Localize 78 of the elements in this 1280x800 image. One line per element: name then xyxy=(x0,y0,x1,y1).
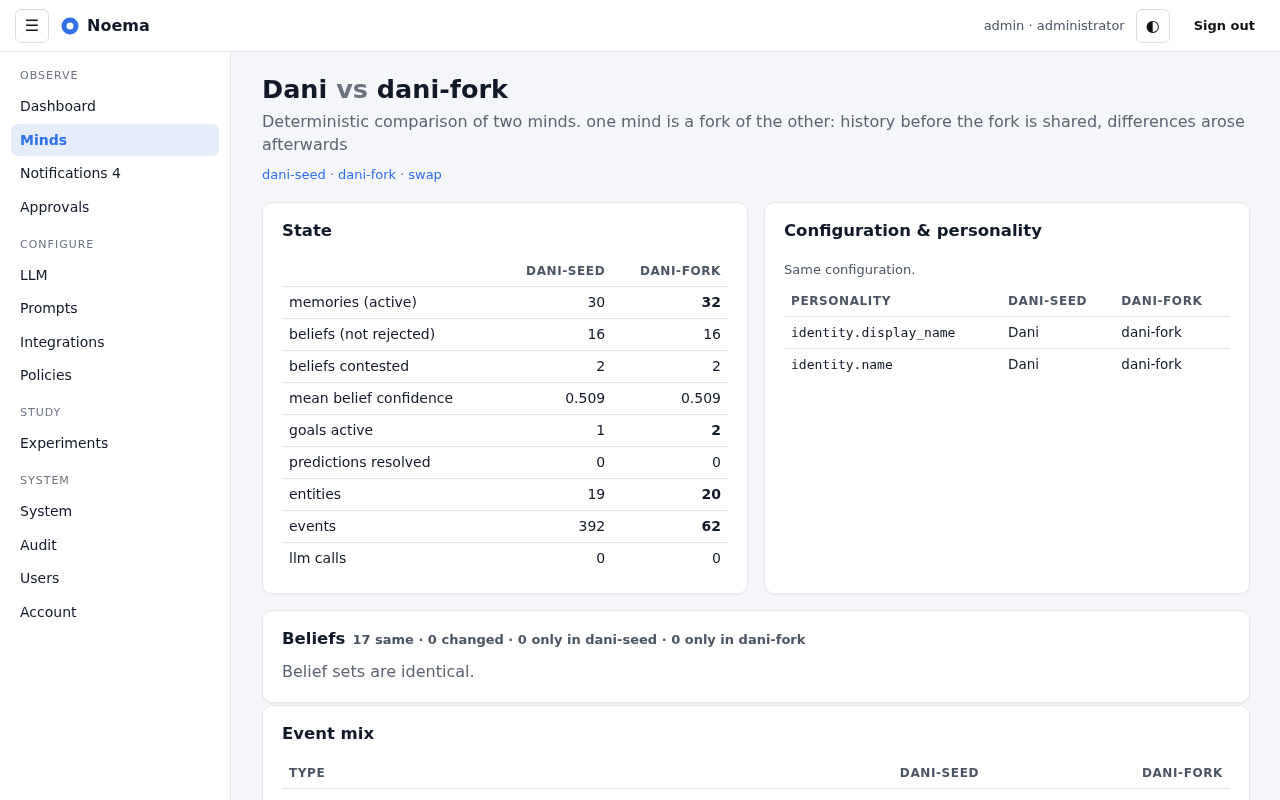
sign-out-button[interactable]: Sign out xyxy=(1183,10,1265,41)
table-cell: events xyxy=(282,510,499,543)
menu-button[interactable]: ☰ xyxy=(15,8,49,43)
table-cell: 0.509 xyxy=(612,382,728,415)
column-header: DANI-FORK xyxy=(1114,285,1230,317)
table-cell: dani-fork xyxy=(1114,316,1230,349)
column-header: DANI-SEED xyxy=(498,255,613,287)
table-cell: goals active xyxy=(282,414,499,447)
nav-item[interactable]: Minds xyxy=(11,123,219,156)
link[interactable]: swap xyxy=(408,167,442,182)
column-header: TYPE xyxy=(282,757,772,789)
section-heading: OBSERVE xyxy=(19,68,80,84)
nav-item[interactable]: LLM xyxy=(11,258,219,291)
table-cell: 62 xyxy=(612,510,728,543)
nav-item[interactable]: Account xyxy=(11,595,219,628)
table-cell: 392 xyxy=(498,510,613,543)
nav-item[interactable]: Prompts xyxy=(11,292,219,324)
card-title: Configuration & personality xyxy=(784,221,1042,240)
nav-item[interactable]: Experiments xyxy=(11,427,219,459)
section-heading: STUDY xyxy=(19,405,63,421)
table-cell: 1 xyxy=(498,414,613,447)
table-cell: identity.name xyxy=(784,348,1001,380)
table-cell: memories (active) xyxy=(282,286,499,319)
table-cell: 0 xyxy=(612,542,728,574)
nav-item[interactable]: Notifications 4 xyxy=(11,157,219,189)
table-cell: 16 xyxy=(498,318,613,351)
note-text: Same configuration. xyxy=(784,262,917,277)
table-cell: llm calls xyxy=(282,542,499,574)
section-heading: SYSTEM xyxy=(19,473,71,489)
table-cell: Dani xyxy=(1001,316,1115,349)
user-label: admin · administrator xyxy=(983,18,1125,33)
table-cell: Dani xyxy=(1001,348,1115,380)
link[interactable]: dani-fork xyxy=(337,167,397,182)
column-header: DANI-FORK xyxy=(986,757,1230,789)
nav-item[interactable]: Audit xyxy=(11,528,219,561)
table-cell: 19 xyxy=(498,478,613,511)
table-cell: identity.display_name xyxy=(784,316,1001,349)
page-title: Dani vs dani-fork xyxy=(262,74,509,104)
beliefs-summary: 17 same · 0 changed · 0 only in dani-seed · 0 only in dani-fork xyxy=(352,632,806,647)
table-cell: entities xyxy=(282,478,499,511)
table-cell: predictions resolved xyxy=(282,446,499,479)
table-cell: 0 xyxy=(612,446,728,479)
table-cell: 30 xyxy=(498,286,613,319)
table-cell: mean belief confidence xyxy=(282,382,499,415)
column-header: PERSONALITY xyxy=(784,285,1001,317)
separator-dot: · xyxy=(400,167,405,182)
column-header: DANI-FORK xyxy=(612,255,728,287)
nav-item[interactable]: System xyxy=(11,495,219,527)
link[interactable]: dani-seed xyxy=(262,167,326,182)
nav-item[interactable]: Policies xyxy=(11,359,219,391)
table-cell: beliefs (not rejected) xyxy=(282,318,499,351)
table-cell: dani-fork xyxy=(1114,348,1230,380)
card-title: Event mix xyxy=(282,724,375,743)
page-description: Deterministic comparison of two minds. one mind is a fork of the other: history before the fork is shared, differences arose afterwards xyxy=(262,111,1246,156)
separator-dot: · xyxy=(329,167,334,182)
section-heading: CONFIGURE xyxy=(19,236,96,253)
table-cell: 2 xyxy=(612,414,728,447)
brand-name: Noema xyxy=(87,16,150,35)
nav-item[interactable]: Users xyxy=(11,562,219,594)
theme-toggle-button[interactable]: ◐ xyxy=(1135,8,1170,43)
table-cell: 0 xyxy=(498,446,613,479)
card-title: State xyxy=(282,221,332,240)
table-cell: 0 xyxy=(498,542,613,574)
nav-item[interactable]: Dashboard xyxy=(11,90,219,122)
table-cell: 20 xyxy=(612,478,728,511)
table-cell: 0.509 xyxy=(498,382,613,415)
nav-item[interactable]: Integrations xyxy=(11,325,219,358)
nav-item[interactable]: Approvals xyxy=(11,190,219,223)
column-header: DANI-SEED xyxy=(1001,285,1115,317)
column-header: DANI-SEED xyxy=(772,757,986,789)
card-title: Beliefs xyxy=(282,629,346,648)
empty-message: Belief sets are identical. xyxy=(282,662,476,681)
table-cell: beliefs contested xyxy=(282,350,499,383)
table-cell: 2 xyxy=(612,350,728,383)
table-cell: 2 xyxy=(498,350,613,383)
table-cell: 16 xyxy=(612,318,728,351)
logo-icon xyxy=(61,16,79,35)
table-cell: 32 xyxy=(612,286,728,319)
